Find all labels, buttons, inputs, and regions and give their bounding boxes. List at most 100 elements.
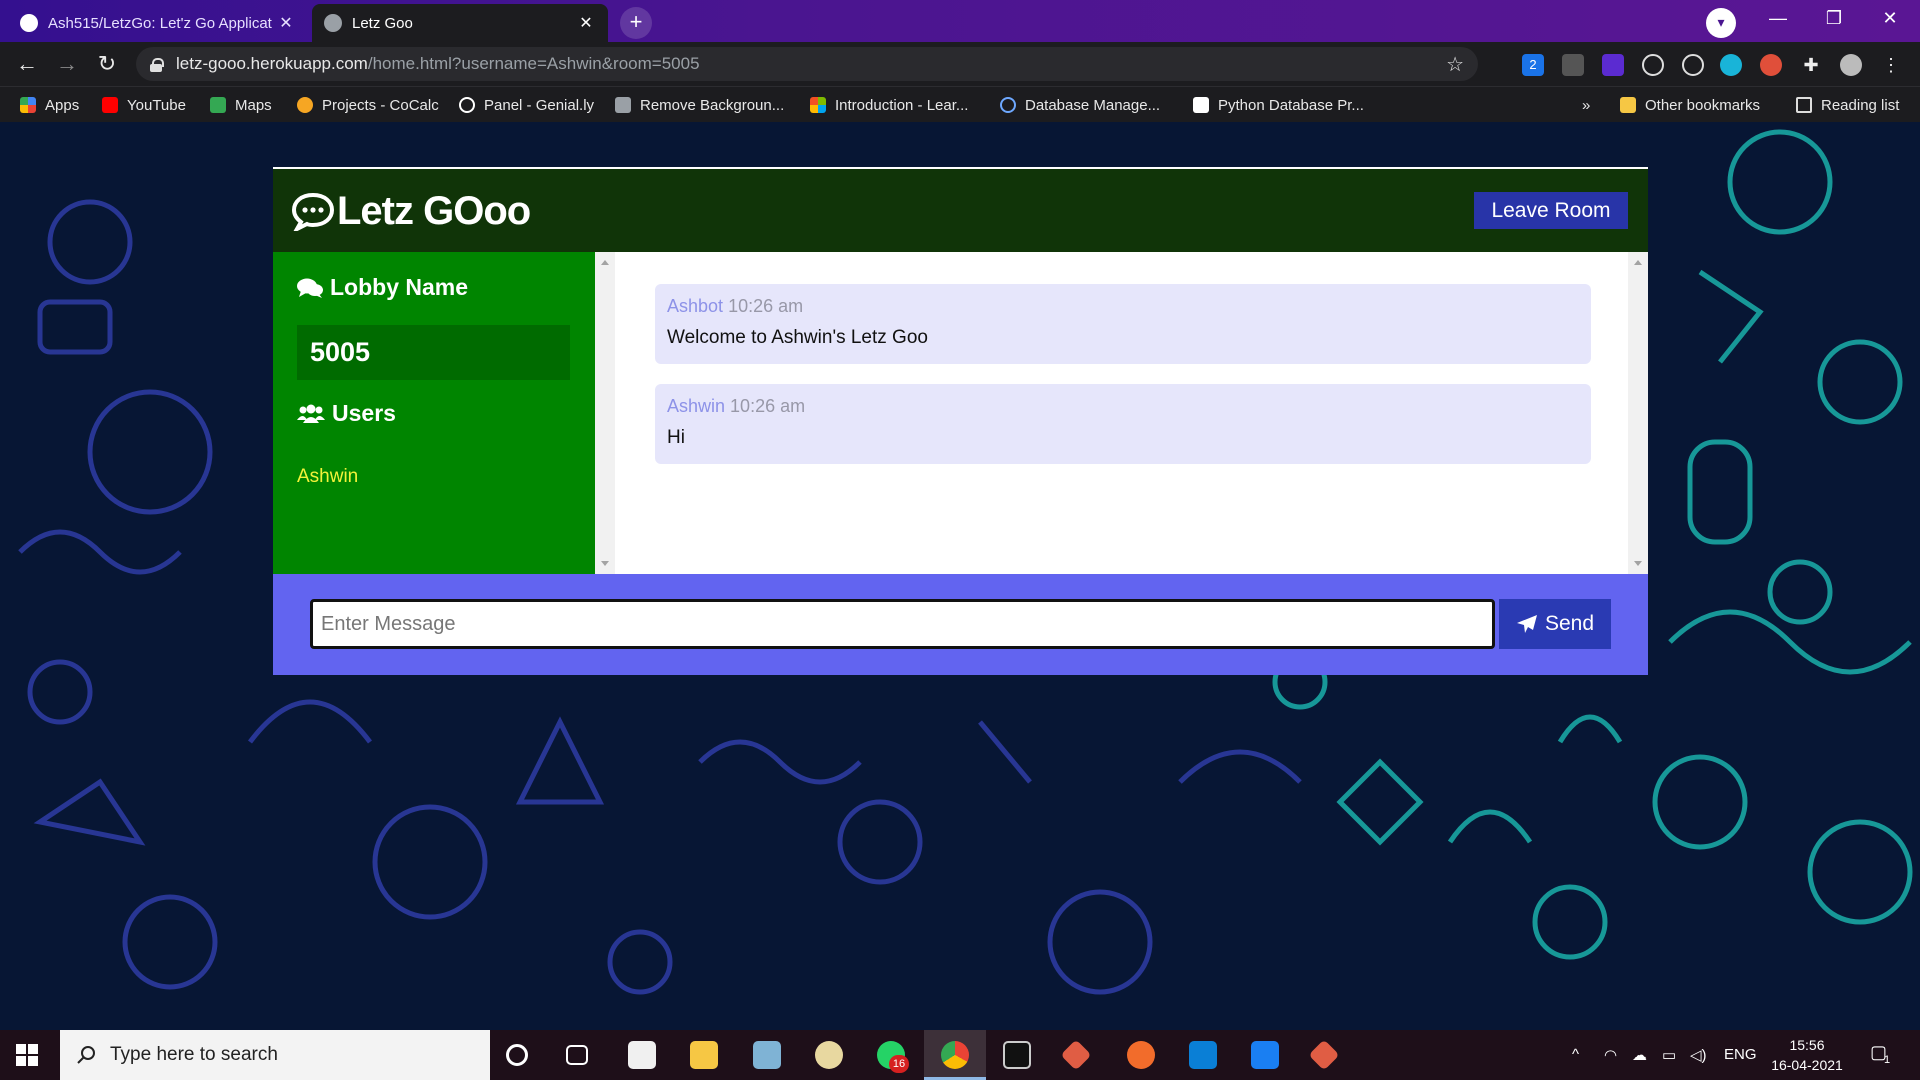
new-tab-button[interactable]: + (620, 7, 652, 39)
extension-icon[interactable]: 2 (1522, 54, 1544, 76)
extension-icon[interactable] (1760, 54, 1782, 76)
store-icon[interactable] (628, 1041, 656, 1069)
bookmark-apps[interactable]: Apps (20, 94, 79, 116)
chat-header: Letz GOoo Leave Room (273, 167, 1648, 252)
tab-title: Letz Goo (352, 14, 413, 32)
close-icon[interactable]: ✕ (576, 13, 596, 33)
comments-icon (297, 278, 323, 298)
taskbar: Type here to search 16 ^ ◠ ☁ ▭ ◁) ENG 15… (0, 1030, 1920, 1080)
word-icon[interactable] (1251, 1041, 1279, 1069)
extension-icon[interactable] (1602, 54, 1624, 76)
postman-icon[interactable] (1127, 1041, 1155, 1069)
room-name: 5005 (297, 325, 570, 380)
whatsapp-badge: 16 (889, 1055, 909, 1073)
taskbar-search[interactable]: Type here to search (60, 1030, 490, 1080)
notification-count: 1 (1884, 1054, 1891, 1066)
reading-list[interactable]: Reading list (1796, 94, 1899, 116)
bookmark-cocalc[interactable]: Projects - CoCalc (297, 94, 439, 116)
users-heading-label: Users (332, 400, 396, 426)
git-gui-icon[interactable] (1308, 1039, 1340, 1071)
microsoft-icon (810, 97, 826, 113)
minimize-button[interactable]: — (1750, 0, 1806, 38)
extension-icon[interactable] (1682, 54, 1704, 76)
close-window-button[interactable]: ✕ (1862, 0, 1918, 38)
bookmark-genially[interactable]: Panel - Genial.ly (459, 94, 594, 116)
message-meta: Ashwin 10:26 am (667, 396, 1579, 417)
github-icon (20, 14, 38, 32)
avatar[interactable] (1840, 54, 1862, 76)
bookmarks-overflow[interactable]: » (1582, 94, 1590, 116)
message-author: Ashwin (667, 396, 726, 416)
chat-app: Letz GOoo Leave Room Lobby Name 5005 Use… (273, 167, 1648, 675)
bookmark-star-icon[interactable]: ☆ (1446, 52, 1464, 77)
chrome-icon[interactable] (941, 1041, 969, 1069)
logo-text: Letz GOoo (337, 188, 531, 233)
message-meta: Ashbot 10:26 am (667, 296, 1579, 317)
address-bar[interactable]: letz-gooo.herokuapp.com/home.html?userna… (136, 47, 1478, 81)
python-db-icon (1193, 97, 1209, 113)
clock-time: 15:56 (1789, 1037, 1825, 1053)
close-icon[interactable]: ✕ (276, 13, 296, 33)
tab-title: Ash515/LetzGo: Let'z Go Applicat (48, 14, 272, 32)
menu-icon[interactable]: ⋮ (1880, 54, 1902, 76)
sidebar: Lobby Name 5005 Users Ashwin (273, 252, 595, 574)
lock-icon (150, 57, 164, 72)
notepad-icon[interactable] (753, 1041, 781, 1069)
leave-room-button[interactable]: Leave Room (1474, 192, 1628, 229)
language-indicator[interactable]: ENG (1724, 1046, 1757, 1063)
room-heading-label: Lobby Name (330, 274, 469, 300)
other-bookmarks[interactable]: Other bookmarks (1620, 94, 1760, 116)
extension-icon[interactable] (1642, 54, 1664, 76)
message-input[interactable] (310, 599, 1495, 649)
bookmark-database[interactable]: Database Manage... (1000, 94, 1160, 116)
cortana-icon[interactable] (506, 1044, 528, 1066)
tab-search-icon[interactable]: ▾ (1706, 8, 1736, 38)
link-icon (1000, 97, 1016, 113)
bookmark-remove-bg[interactable]: Remove Backgroun... (615, 94, 784, 116)
bookmark-youtube[interactable]: YouTube (102, 94, 186, 116)
tab-letz-goo[interactable]: Letz Goo ✕ (312, 4, 608, 42)
network-icon[interactable]: ◠ (1604, 1046, 1617, 1064)
reload-icon[interactable]: ↻ (92, 50, 122, 78)
youtube-icon (102, 97, 118, 113)
send-button[interactable]: Send (1499, 599, 1611, 649)
message: Ashwin 10:26 am Hi (655, 384, 1591, 464)
bookmark-python-db[interactable]: Python Database Pr... (1193, 94, 1364, 116)
restore-button[interactable]: ❐ (1806, 0, 1862, 38)
reading-list-icon (1796, 97, 1812, 113)
terminal-icon[interactable] (1003, 1041, 1031, 1069)
message-list: Ashbot 10:26 am Welcome to Ashwin's Letz… (595, 252, 1648, 574)
forward-icon[interactable]: → (52, 50, 82, 78)
notification-icon[interactable]: ▢ 1 (1870, 1042, 1894, 1066)
git-icon[interactable] (1060, 1039, 1092, 1071)
chevron-up-icon[interactable]: ^ (1572, 1046, 1579, 1063)
extension-icon[interactable] (1720, 54, 1742, 76)
lobby-heading: Lobby Name (297, 274, 468, 301)
battery-icon[interactable]: ▭ (1662, 1046, 1676, 1064)
clock[interactable]: 15:56 16-04-2021 (1767, 1035, 1847, 1075)
extension-icon[interactable] (1562, 54, 1584, 76)
puzzle-icon[interactable]: ✚ (1800, 54, 1822, 76)
maps-icon (210, 97, 226, 113)
scrollbar[interactable] (1628, 252, 1648, 574)
paint-icon[interactable] (815, 1041, 843, 1069)
tab-github[interactable]: Ash515/LetzGo: Let'z Go Applicat ✕ (8, 4, 308, 42)
browser-toolbar: ← → ↻ letz-gooo.herokuapp.com/home.html?… (0, 42, 1920, 86)
message-author: Ashbot (667, 296, 724, 316)
volume-icon[interactable]: ◁) (1690, 1046, 1707, 1064)
bookmark-microsoft-learn[interactable]: Introduction - Lear... (810, 94, 968, 116)
message-text: Welcome to Ashwin's Letz Goo (667, 327, 928, 348)
logo: Letz GOoo (291, 187, 531, 235)
cloud-icon[interactable]: ☁ (1632, 1046, 1647, 1064)
message-time: 10:26 am (730, 396, 806, 416)
back-icon[interactable]: ← (12, 50, 42, 78)
bookmark-maps[interactable]: Maps (210, 94, 272, 116)
vscode-icon[interactable] (1189, 1041, 1217, 1069)
scrollbar[interactable] (595, 252, 615, 574)
globe-icon (324, 14, 342, 32)
windows-start-icon[interactable] (16, 1044, 38, 1066)
file-explorer-icon[interactable] (690, 1041, 718, 1069)
user-list-item: Ashwin (297, 466, 359, 487)
task-view-icon[interactable] (566, 1045, 588, 1065)
users-heading: Users (297, 400, 396, 427)
